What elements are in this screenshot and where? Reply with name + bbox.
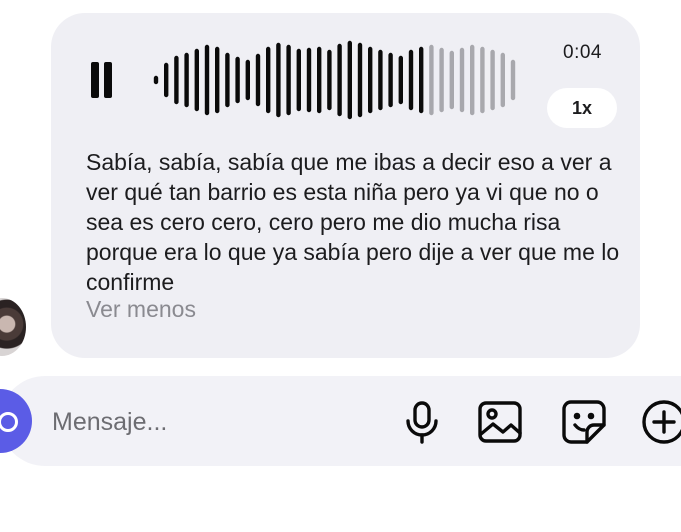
playback-speed-button[interactable]: 1x — [547, 88, 617, 128]
message-input[interactable] — [52, 400, 372, 444]
image-gallery-icon[interactable] — [476, 398, 524, 446]
sticker-icon[interactable] — [560, 398, 608, 446]
sender-avatar[interactable] — [0, 298, 26, 356]
audio-waveform[interactable] — [148, 30, 528, 130]
show-less-link[interactable]: Ver menos — [86, 294, 196, 324]
microphone-icon[interactable] — [398, 398, 446, 446]
audio-duration: 0:04 — [563, 42, 602, 63]
plus-icon[interactable] — [640, 398, 681, 446]
camera-lens — [0, 412, 18, 432]
voice-transcript: Sabía, sabía, sabía que me ibas a decir … — [86, 149, 620, 295]
pause-icon[interactable] — [90, 62, 114, 98]
pause-bar-left — [91, 62, 99, 98]
pause-bar-right — [104, 62, 112, 98]
chat-screen: 0:04 1x Sabía, sabía, sabía que me ibas … — [0, 0, 681, 532]
